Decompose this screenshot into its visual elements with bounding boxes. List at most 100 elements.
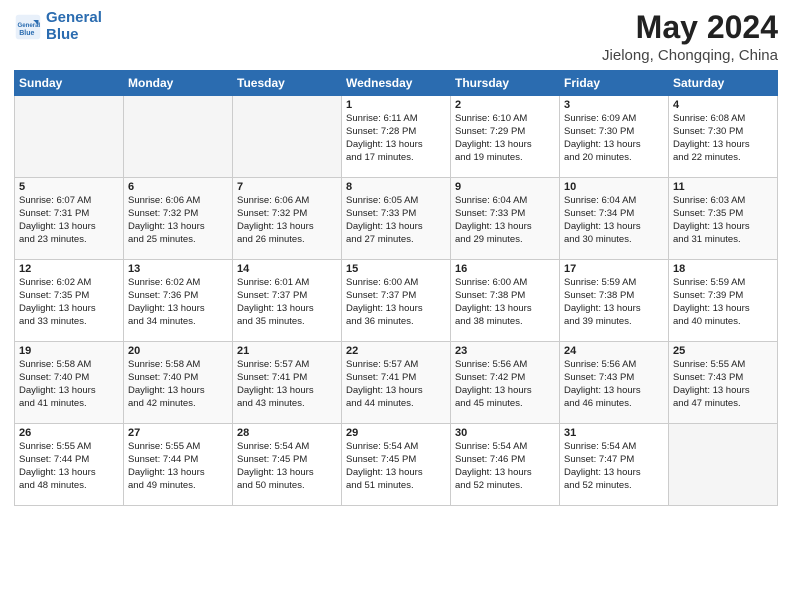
calendar-cell: 27Sunrise: 5:55 AM Sunset: 7:44 PM Dayli… [124, 424, 233, 506]
day-number: 26 [19, 427, 119, 439]
day-info: Sunrise: 5:55 AM Sunset: 7:43 PM Dayligh… [673, 359, 773, 410]
day-info: Sunrise: 6:02 AM Sunset: 7:36 PM Dayligh… [128, 277, 228, 328]
title-block: May 2024 Jielong, Chongqing, China [602, 10, 778, 64]
day-number: 8 [346, 181, 446, 193]
calendar-cell: 13 Sunrise: 6:02 AM Sunset: 7:36 PM Dayli… [124, 260, 233, 342]
calendar-cell [669, 424, 778, 506]
calendar-week-row: 19 Sunrise: 5:58 AM Sunset: 7:40 PM Dayli… [15, 342, 778, 424]
day-info: Sunrise: 6:10 AM Sunset: 7:29 PM Dayligh… [455, 113, 555, 164]
day-info: Sunrise: 6:06 AM Sunset: 7:32 PM Dayligh… [237, 195, 337, 246]
day-number: 24 [564, 345, 664, 357]
calendar-cell: 3Sunrise: 6:09 AM Sunset: 7:30 PM Daylig… [560, 96, 669, 178]
day-number: 9 [455, 181, 555, 193]
calendar-cell: 5 Sunrise: 6:07 AM Sunset: 7:31 PM Daylig… [15, 178, 124, 260]
calendar-cell [124, 96, 233, 178]
calendar-cell: 14 Sunrise: 6:01 AM Sunset: 7:37 PM Dayli… [233, 260, 342, 342]
day-number: 5 [19, 181, 119, 193]
main-title: May 2024 [602, 10, 778, 45]
day-number: 16 [455, 263, 555, 275]
calendar-cell: 16 Sunrise: 6:00 AM Sunset: 7:38 PM Dayli… [451, 260, 560, 342]
day-number: 31 [564, 427, 664, 439]
day-number: 6 [128, 181, 228, 193]
calendar-cell: 22 Sunrise: 5:57 AM Sunset: 7:41 PM Dayli… [342, 342, 451, 424]
day-info: Sunrise: 6:07 AM Sunset: 7:31 PM Dayligh… [19, 195, 119, 246]
day-number: 23 [455, 345, 555, 357]
calendar-cell: 25 Sunrise: 5:55 AM Sunset: 7:43 PM Dayli… [669, 342, 778, 424]
day-info: Sunrise: 5:54 AM Sunset: 7:47 PM Dayligh… [564, 441, 664, 492]
day-info: Sunrise: 6:04 AM Sunset: 7:33 PM Dayligh… [455, 195, 555, 246]
calendar-cell: 15Sunrise: 6:00 AM Sunset: 7:37 PM Dayli… [342, 260, 451, 342]
day-info: Sunrise: 6:02 AM Sunset: 7:35 PM Dayligh… [19, 277, 119, 328]
day-number: 30 [455, 427, 555, 439]
day-info: Sunrise: 5:55 AM Sunset: 7:44 PM Dayligh… [128, 441, 228, 492]
day-number: 12 [19, 263, 119, 275]
calendar-cell: 28 Sunrise: 5:54 AM Sunset: 7:45 PM Dayli… [233, 424, 342, 506]
calendar-cell: 2 Sunrise: 6:10 AM Sunset: 7:29 PM Daylig… [451, 96, 560, 178]
day-info: Sunrise: 5:54 AM Sunset: 7:45 PM Dayligh… [346, 441, 446, 492]
day-number: 15 [346, 263, 446, 275]
calendar-cell: 10 Sunrise: 6:04 AM Sunset: 7:34 PM Dayli… [560, 178, 669, 260]
day-info: Sunrise: 5:58 AM Sunset: 7:40 PM Dayligh… [128, 359, 228, 410]
calendar-cell: 19Sunrise: 5:58 AM Sunset: 7:40 PM Dayli… [15, 342, 124, 424]
calendar-cell [15, 96, 124, 178]
day-number: 10 [564, 181, 664, 193]
calendar-cell: 31 Sunrise: 5:54 AM Sunset: 7:47 PM Dayli… [560, 424, 669, 506]
day-info: Sunrise: 6:00 AM Sunset: 7:38 PM Dayligh… [455, 277, 555, 328]
calendar-week-row: 1 Sunrise: 6:11 AM Sunset: 7:28 PM Daylig… [15, 96, 778, 178]
logo-line1: General [46, 9, 102, 26]
day-info: Sunrise: 6:06 AM Sunset: 7:32 PM Dayligh… [128, 195, 228, 246]
calendar-cell: 24 Sunrise: 5:56 AM Sunset: 7:43 PM Dayli… [560, 342, 669, 424]
calendar-cell: 12 Sunrise: 6:02 AM Sunset: 7:35 PM Dayli… [15, 260, 124, 342]
calendar-cell: 1 Sunrise: 6:11 AM Sunset: 7:28 PM Daylig… [342, 96, 451, 178]
day-info: Sunrise: 6:01 AM Sunset: 7:37 PM Dayligh… [237, 277, 337, 328]
day-info: Sunrise: 5:54 AM Sunset: 7:45 PM Dayligh… [237, 441, 337, 492]
day-number: 1 [346, 99, 446, 111]
weekday-row: SundayMondayTuesdayWednesdayThursdayFrid… [15, 71, 778, 96]
calendar-body: 1 Sunrise: 6:11 AM Sunset: 7:28 PM Daylig… [15, 96, 778, 506]
day-info: Sunrise: 5:57 AM Sunset: 7:41 PM Dayligh… [237, 359, 337, 410]
calendar-cell: 17Sunrise: 5:59 AM Sunset: 7:38 PM Dayli… [560, 260, 669, 342]
calendar-week-row: 5 Sunrise: 6:07 AM Sunset: 7:31 PM Daylig… [15, 178, 778, 260]
calendar-cell [233, 96, 342, 178]
day-info: Sunrise: 5:56 AM Sunset: 7:42 PM Dayligh… [455, 359, 555, 410]
logo-line2: Blue [46, 26, 79, 43]
svg-text:Blue: Blue [19, 29, 34, 36]
calendar-header: SundayMondayTuesdayWednesdayThursdayFrid… [15, 71, 778, 96]
calendar-week-row: 26 Sunrise: 5:55 AM Sunset: 7:44 PM Dayli… [15, 424, 778, 506]
day-number: 25 [673, 345, 773, 357]
calendar-cell: 30 Sunrise: 5:54 AM Sunset: 7:46 PM Dayli… [451, 424, 560, 506]
weekday-header: Wednesday [342, 71, 451, 96]
calendar-cell: 8Sunrise: 6:05 AM Sunset: 7:33 PM Daylig… [342, 178, 451, 260]
day-info: Sunrise: 5:56 AM Sunset: 7:43 PM Dayligh… [564, 359, 664, 410]
day-info: Sunrise: 5:59 AM Sunset: 7:39 PM Dayligh… [673, 277, 773, 328]
calendar-cell: 26Sunrise: 5:55 AM Sunset: 7:44 PM Dayli… [15, 424, 124, 506]
subtitle: Jielong, Chongqing, China [602, 47, 778, 64]
day-info: Sunrise: 6:03 AM Sunset: 7:35 PM Dayligh… [673, 195, 773, 246]
day-info: Sunrise: 5:57 AM Sunset: 7:41 PM Dayligh… [346, 359, 446, 410]
weekday-header: Tuesday [233, 71, 342, 96]
calendar-cell: 6 Sunrise: 6:06 AM Sunset: 7:32 PM Daylig… [124, 178, 233, 260]
calendar-table: SundayMondayTuesdayWednesdayThursdayFrid… [14, 70, 778, 506]
day-info: Sunrise: 5:59 AM Sunset: 7:38 PM Dayligh… [564, 277, 664, 328]
day-number: 28 [237, 427, 337, 439]
day-number: 19 [19, 345, 119, 357]
day-number: 13 [128, 263, 228, 275]
weekday-header: Sunday [15, 71, 124, 96]
calendar-cell: 23 Sunrise: 5:56 AM Sunset: 7:42 PM Dayli… [451, 342, 560, 424]
logo-text: General Blue [46, 10, 102, 43]
day-number: 18 [673, 263, 773, 275]
calendar-week-row: 12 Sunrise: 6:02 AM Sunset: 7:35 PM Dayli… [15, 260, 778, 342]
calendar-cell: 11Sunrise: 6:03 AM Sunset: 7:35 PM Dayli… [669, 178, 778, 260]
day-info: Sunrise: 6:11 AM Sunset: 7:28 PM Dayligh… [346, 113, 446, 164]
logo: General Blue General Blue [14, 10, 102, 43]
header: General Blue General Blue May 2024 Jielo… [14, 10, 778, 64]
logo-icon: General Blue [14, 13, 42, 41]
day-info: Sunrise: 6:04 AM Sunset: 7:34 PM Dayligh… [564, 195, 664, 246]
day-number: 14 [237, 263, 337, 275]
weekday-header: Friday [560, 71, 669, 96]
day-number: 20 [128, 345, 228, 357]
day-info: Sunrise: 5:54 AM Sunset: 7:46 PM Dayligh… [455, 441, 555, 492]
day-info: Sunrise: 6:09 AM Sunset: 7:30 PM Dayligh… [564, 113, 664, 164]
day-number: 2 [455, 99, 555, 111]
day-number: 22 [346, 345, 446, 357]
